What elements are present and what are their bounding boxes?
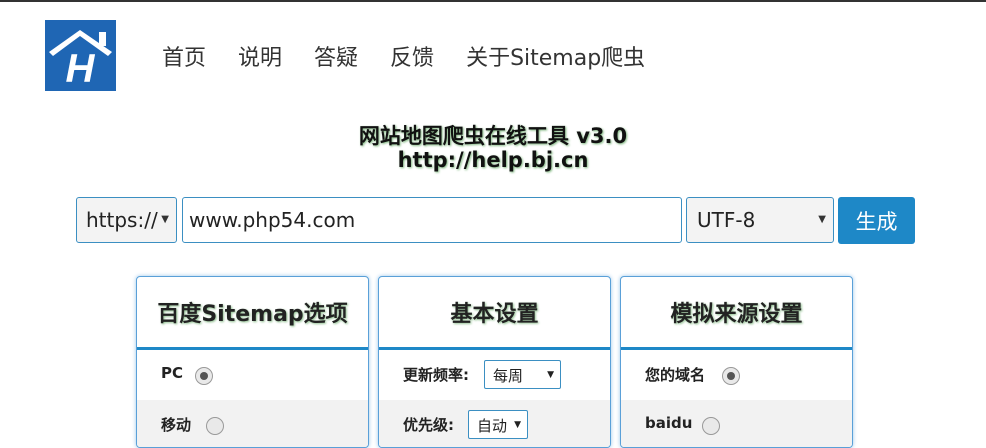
protocol-select[interactable]: https:// ▼ [76,197,177,243]
option-label: baidu [645,414,693,432]
chevron-down-icon: ▼ [818,214,826,225]
freq-value: 每周 [493,367,524,385]
basic-settings-panel: 基本设置 更新频率: 每周 ▼ 优先级: 自动 ▼ [378,276,611,448]
chevron-down-icon: ▼ [547,370,554,380]
pc-radio[interactable] [195,367,213,385]
encoding-value: UTF-8 [697,208,756,232]
main-nav: 首页 说明 答疑 反馈 关于Sitemap爬虫 [162,40,645,72]
priority-value: 自动 [477,417,508,435]
chevron-down-icon: ▼ [161,214,169,225]
nav-feedback[interactable]: 反馈 [390,40,434,72]
option-row: 您的域名 [621,350,852,400]
generate-button[interactable]: 生成 [838,197,915,244]
baidu-sitemap-panel: 百度Sitemap选项 PC 移动 [136,276,369,448]
panel-title: 百度Sitemap选项 [137,277,368,350]
baidu-radio[interactable] [702,417,720,435]
nav-about[interactable]: 关于Sitemap爬虫 [466,40,645,72]
option-row: PC [137,350,368,400]
nav-guide[interactable]: 说明 [238,40,282,72]
encoding-select[interactable]: UTF-8 ▼ [686,197,834,243]
priority-label: 优先级: [403,416,454,434]
priority-row: 优先级: 自动 ▼ [379,400,610,447]
own-domain-radio[interactable] [722,367,740,385]
priority-select[interactable]: 自动 ▼ [468,410,528,439]
nav-home[interactable]: 首页 [162,40,206,72]
freq-label: 更新频率: [403,366,469,384]
protocol-value: https:// [86,208,158,232]
option-label: 您的域名 [645,366,706,384]
freq-select[interactable]: 每周 ▼ [484,360,561,389]
option-row: 移动 [137,400,368,447]
option-label: 移动 [161,416,192,434]
panel-title: 基本设置 [379,277,610,350]
svg-text:H: H [66,47,96,91]
mobile-radio[interactable] [206,417,224,435]
page-title: 网站地图爬虫在线工具 v3.0 [358,124,628,148]
option-row: baidu [621,400,852,447]
panel-title: 模拟来源设置 [621,277,852,350]
chevron-down-icon: ▼ [514,420,521,430]
url-input[interactable]: www.php54.com [182,197,682,243]
nav-faq[interactable]: 答疑 [314,40,358,72]
site-logo-icon[interactable]: H [45,20,116,91]
freq-row: 更新频率: 每周 ▼ [379,350,610,400]
option-label: PC [161,364,184,382]
source-settings-panel: 模拟来源设置 您的域名 baidu [620,276,853,448]
page-subtitle: http://help.bj.cn [397,148,589,172]
